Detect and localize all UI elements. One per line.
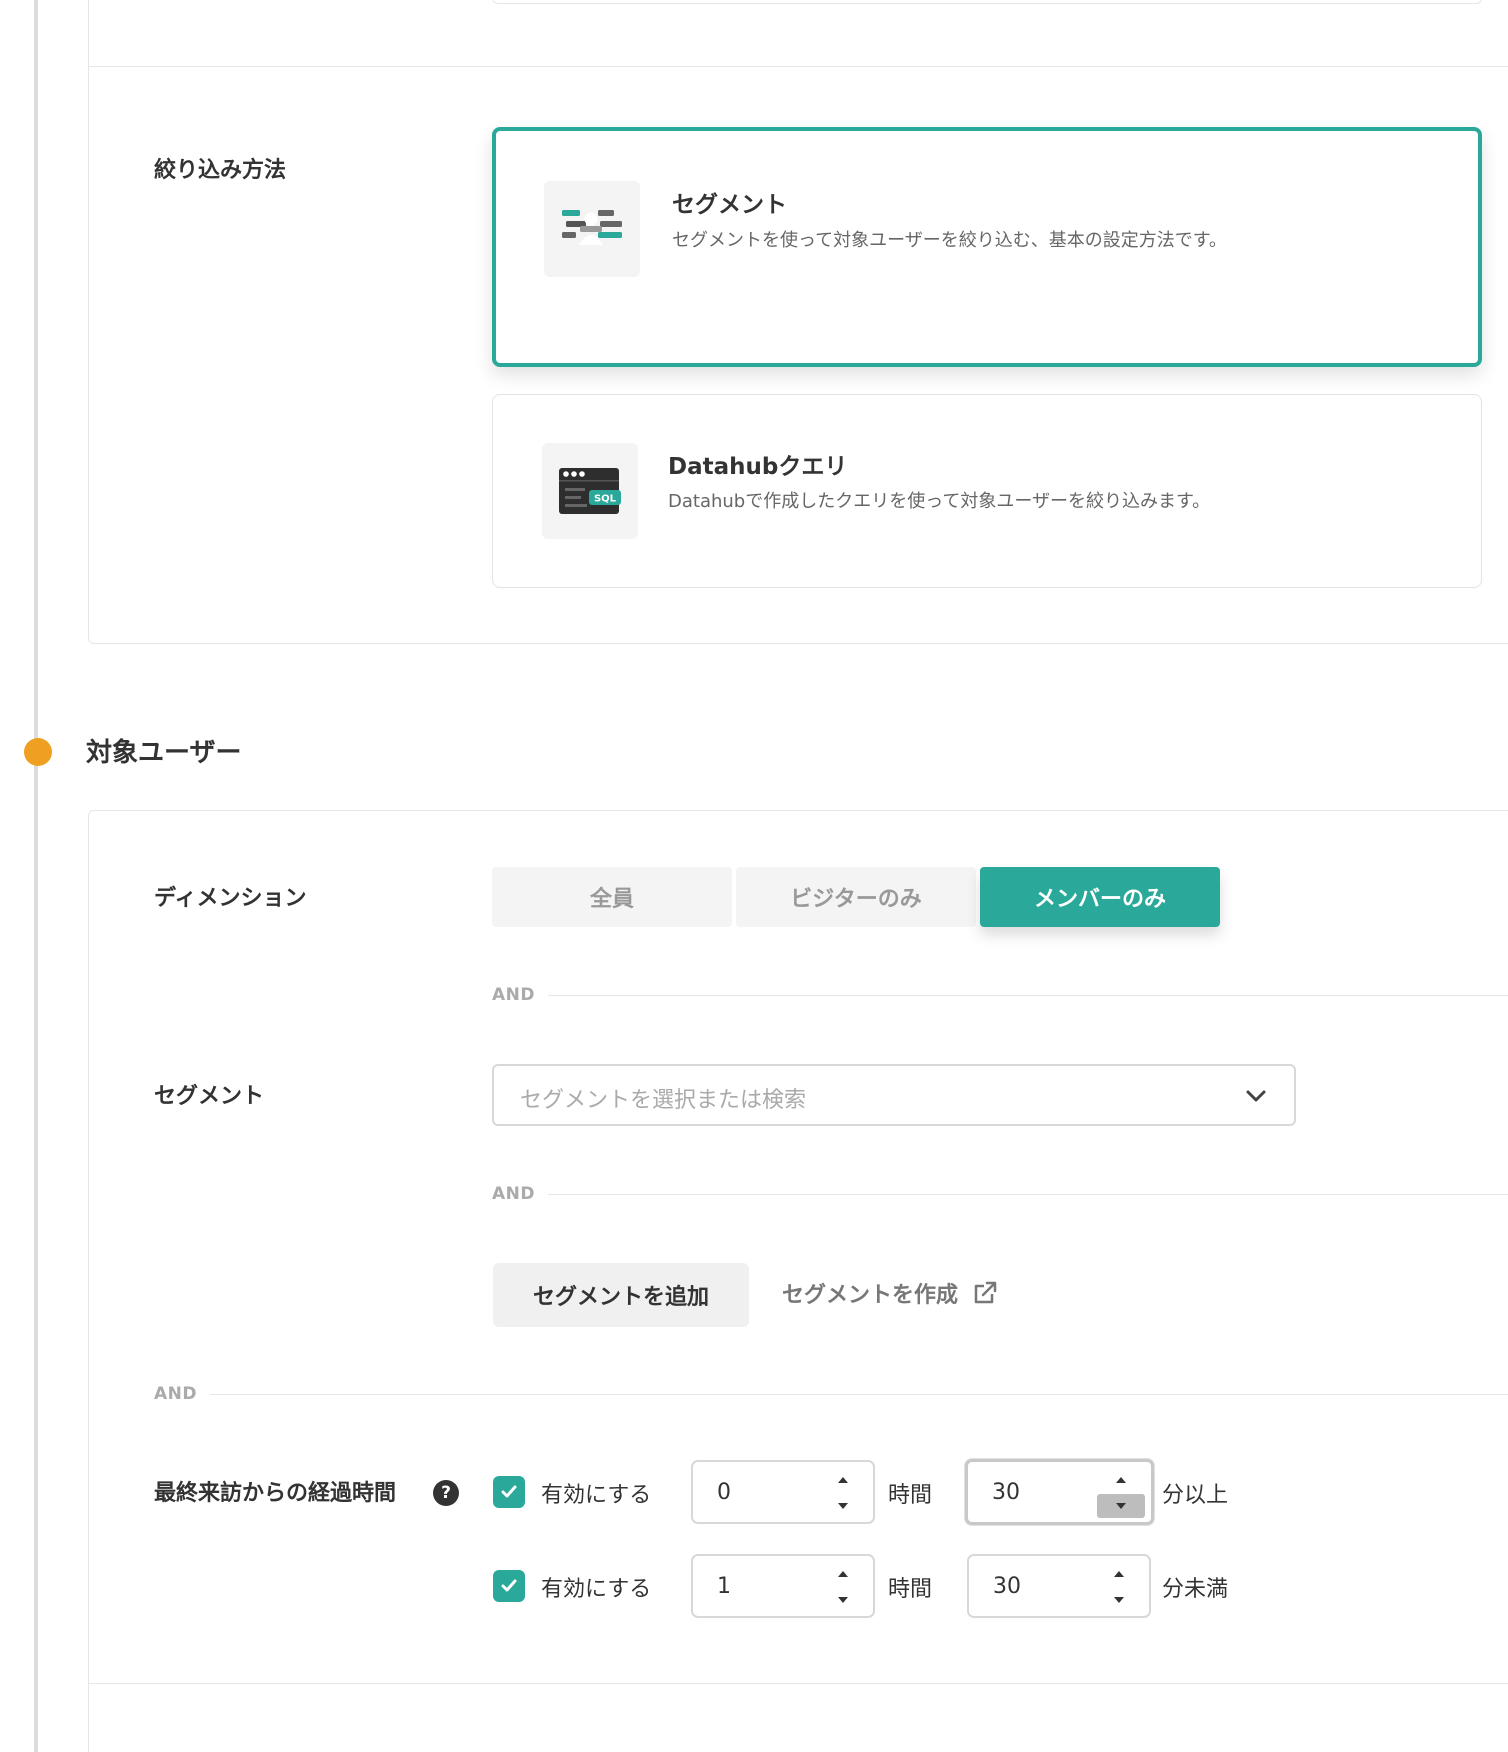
section-divider: [88, 66, 1508, 67]
min-hours-value: 0: [717, 1480, 731, 1505]
sql-badge-text: SQL: [594, 494, 617, 505]
method-title: セグメント: [672, 192, 787, 218]
caret-down-icon: [1116, 1503, 1126, 1509]
stepper-down-button[interactable]: [819, 1494, 867, 1518]
dimension-segmented-control: 全員 ビジターのみ メンバーのみ: [492, 867, 1220, 927]
min-minutes-value: 30: [992, 1480, 1020, 1505]
filter-method-label: 絞り込み方法: [154, 158, 287, 183]
stepper-up-button[interactable]: [819, 1468, 867, 1492]
and-separator-label: AND: [492, 1184, 535, 1204]
create-segment-link[interactable]: セグメントを作成: [782, 1277, 998, 1309]
segment-select-placeholder: セグメントを選択または検索: [520, 1088, 807, 1113]
enable-min-label: 有効にする: [541, 1483, 652, 1508]
max-minutes-value: 30: [993, 1574, 1021, 1599]
min-hours-unit: 時間: [888, 1483, 933, 1508]
max-minutes-input[interactable]: 30: [967, 1554, 1151, 1618]
caret-down-icon: [1114, 1597, 1124, 1603]
and-separator-label: AND: [492, 985, 535, 1005]
dimension-label: ディメンション: [154, 886, 307, 911]
caret-up-icon: [838, 1571, 848, 1577]
dimension-option-visitors[interactable]: ビジターのみ: [736, 867, 976, 927]
stepper-down-button[interactable]: [819, 1588, 867, 1612]
previous-field-edge: [492, 0, 1482, 4]
chevron-down-icon: [1246, 1090, 1266, 1102]
min-minutes-stepper: [1097, 1468, 1145, 1518]
sql-icon: SQL: [542, 443, 638, 539]
section-marker-dot: [24, 738, 52, 766]
dimension-option-all[interactable]: 全員: [492, 867, 732, 927]
segment-select[interactable]: セグメントを選択または検索: [492, 1064, 1296, 1126]
method-description: Datahubで作成したクエリを使って対象ユーザーを絞り込みます。: [668, 491, 1211, 512]
max-hours-unit: 時間: [888, 1577, 933, 1602]
and-separator-line: [548, 995, 1508, 996]
timeline-line: [34, 0, 38, 1752]
segment-label: セグメント: [154, 1084, 265, 1109]
max-hours-stepper: [819, 1562, 867, 1612]
enable-max-checkbox[interactable]: [493, 1570, 525, 1602]
caret-down-icon: [838, 1503, 848, 1509]
segment-icon: [544, 181, 640, 277]
min-hours-input[interactable]: 0: [691, 1460, 875, 1524]
enable-min-checkbox[interactable]: [493, 1476, 525, 1508]
section-title-target-users: 対象ユーザー: [86, 738, 242, 768]
caret-down-icon: [838, 1597, 848, 1603]
dimension-option-members[interactable]: メンバーのみ: [980, 867, 1220, 927]
min-minutes-input[interactable]: 30: [965, 1459, 1154, 1525]
section-divider: [88, 1683, 1508, 1684]
method-option-datahub-query[interactable]: SQL Datahubクエリ Datahubで作成したクエリを使って対象ユーザー…: [492, 394, 1482, 588]
and-separator-label: AND: [154, 1384, 197, 1404]
add-segment-button[interactable]: セグメントを追加: [493, 1263, 749, 1327]
enable-max-label: 有効にする: [541, 1577, 652, 1602]
stepper-up-button[interactable]: [1097, 1468, 1145, 1492]
stepper-down-button[interactable]: [1097, 1494, 1145, 1518]
caret-up-icon: [838, 1477, 848, 1483]
external-link-icon: [974, 1281, 997, 1304]
stepper-up-button[interactable]: [819, 1562, 867, 1586]
stepper-up-button[interactable]: [1095, 1562, 1143, 1586]
caret-up-icon: [1114, 1571, 1124, 1577]
max-hours-value: 1: [717, 1574, 731, 1599]
check-icon: [501, 1485, 517, 1498]
max-minutes-stepper: [1095, 1562, 1143, 1612]
check-icon: [501, 1579, 517, 1592]
stepper-down-button[interactable]: [1095, 1588, 1143, 1612]
elapsed-time-label: 最終来訪からの経過時間: [154, 1481, 397, 1506]
method-title: Datahubクエリ: [668, 454, 848, 480]
max-minutes-unit: 分未満: [1162, 1577, 1229, 1602]
caret-up-icon: [1116, 1477, 1126, 1483]
min-minutes-unit: 分以上: [1162, 1483, 1229, 1508]
question-circle-icon[interactable]: ?: [433, 1480, 459, 1506]
min-hours-stepper: [819, 1468, 867, 1518]
create-segment-label: セグメントを作成: [782, 1283, 959, 1308]
max-hours-input[interactable]: 1: [691, 1554, 875, 1618]
and-separator-line: [210, 1394, 1508, 1395]
method-description: セグメントを使って対象ユーザーを絞り込む、基本の設定方法です。: [672, 230, 1227, 251]
and-separator-line: [548, 1194, 1508, 1195]
method-option-segment[interactable]: セグメント セグメントを使って対象ユーザーを絞り込む、基本の設定方法です。: [492, 127, 1482, 367]
